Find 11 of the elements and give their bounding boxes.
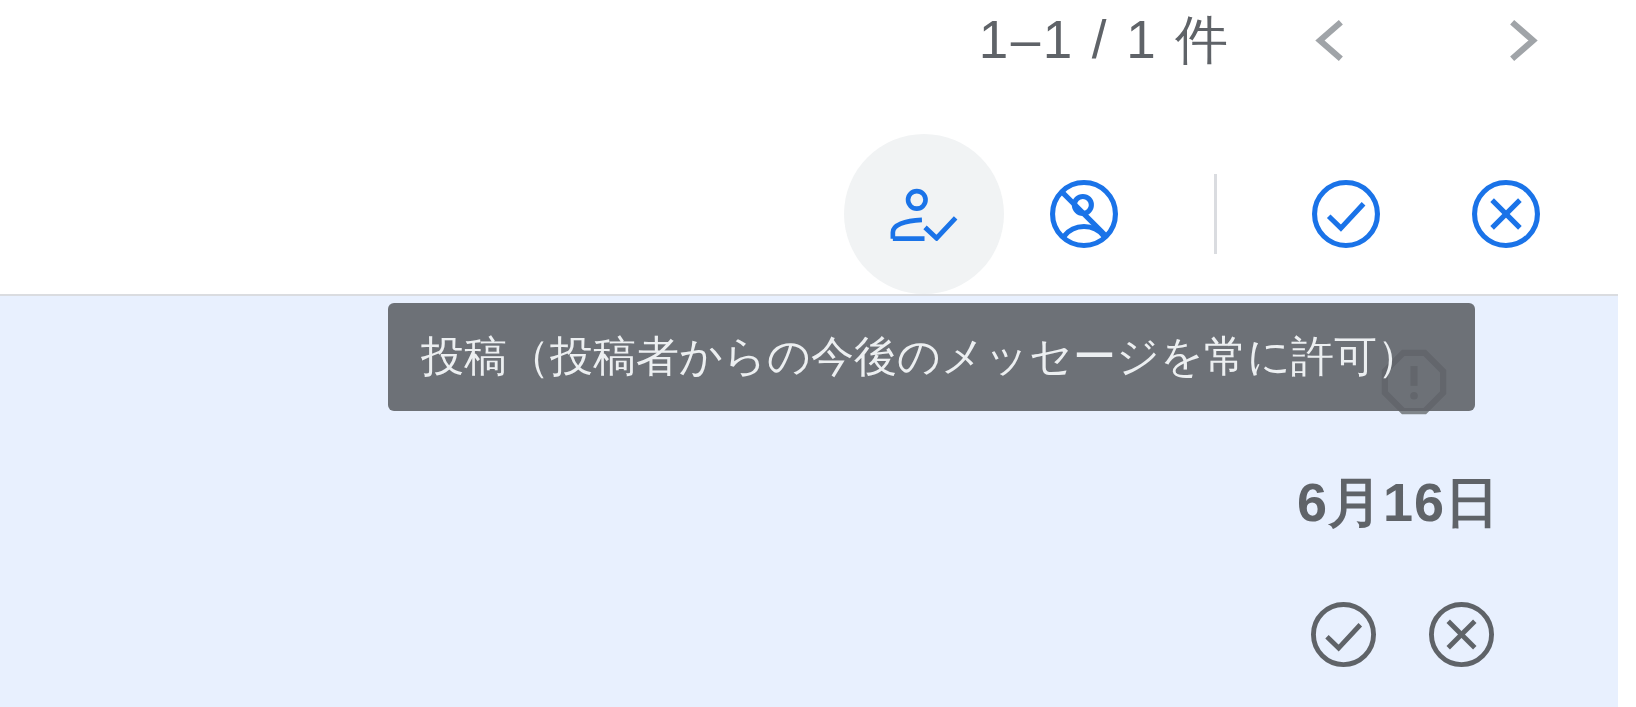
check-circle-icon bbox=[1312, 180, 1380, 248]
x-circle-icon bbox=[1428, 601, 1494, 667]
blocked-person-icon bbox=[1050, 180, 1118, 248]
check-circle-icon bbox=[1310, 601, 1376, 667]
x-circle-icon bbox=[1472, 180, 1540, 248]
reject-button[interactable] bbox=[1428, 601, 1494, 667]
message-date: 6月16日 bbox=[1296, 471, 1500, 534]
page-range-text: 1–1 / 1 件 bbox=[978, 9, 1231, 71]
person-check-icon bbox=[890, 187, 958, 241]
approve-button[interactable] bbox=[1310, 601, 1376, 667]
tooltip: 投稿（投稿者からの今後のメッセージを常に許可） bbox=[388, 303, 1475, 411]
